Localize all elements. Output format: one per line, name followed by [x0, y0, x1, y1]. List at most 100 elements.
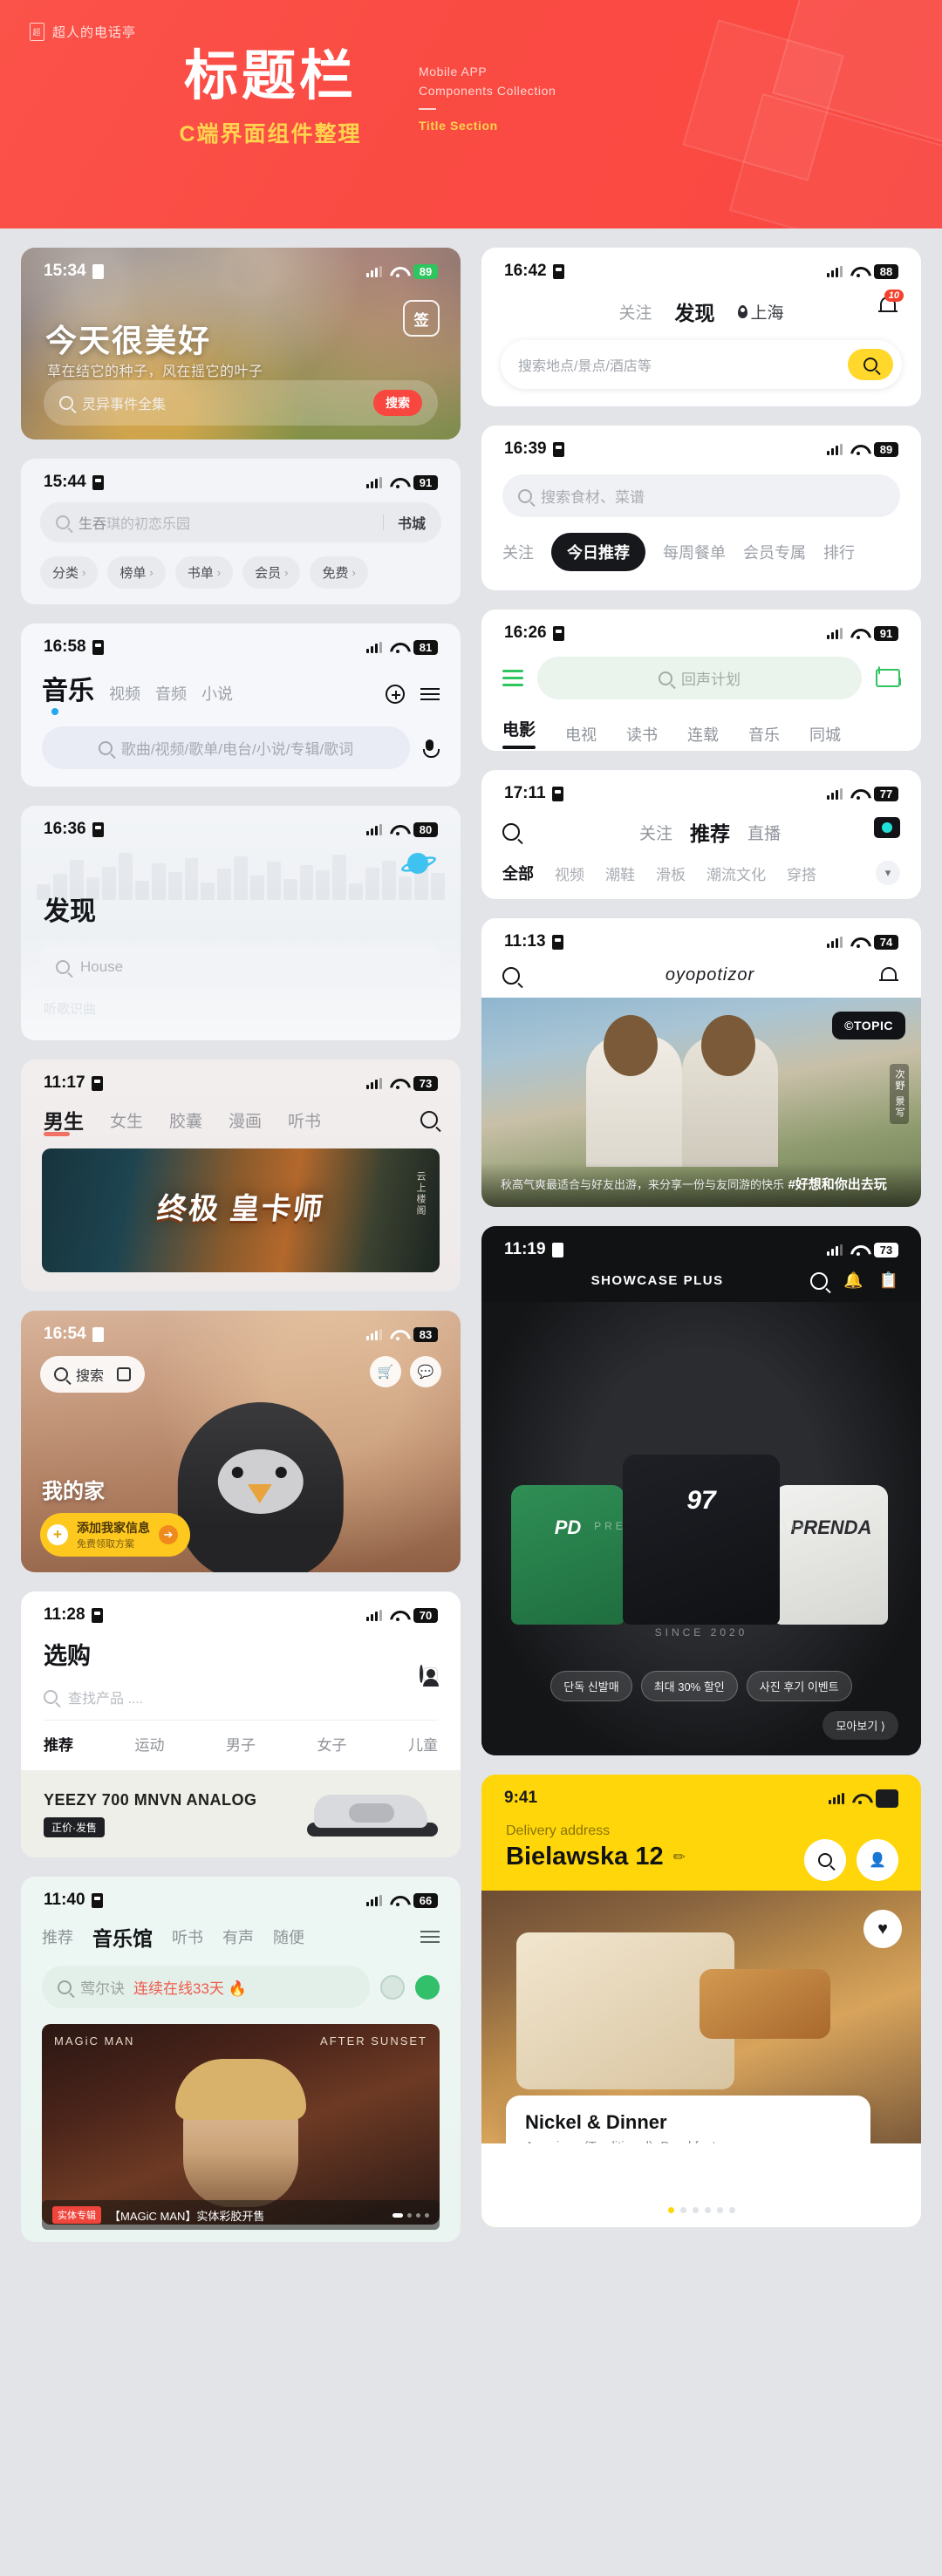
chip-booklist[interactable]: 书单 › [174, 556, 234, 589]
discover-search-input[interactable]: House [40, 945, 441, 989]
echo-search-input[interactable]: 回声计划 [537, 657, 862, 699]
tab-audio[interactable]: 有声 [222, 1925, 254, 1948]
clipboard-icon[interactable]: 📋 [879, 1271, 898, 1290]
bookstore-button[interactable]: 书城 [398, 512, 426, 533]
card-topic-header[interactable]: 11:13 74 oyopotizor ©TOPIC 次野 景写 秋高气爽最适合… [481, 918, 921, 1207]
tab-sneakers[interactable]: 潮鞋 [605, 862, 635, 884]
search-icon[interactable] [420, 1111, 438, 1128]
tab-male[interactable]: 男生 [44, 1105, 84, 1136]
card-showcase-header[interactable]: 11:19 73 SHOWCASE PLUS 🔔 📋 PD 97 PRENDA [481, 1226, 921, 1755]
chip-discount[interactable]: 최대 30% 할인 [640, 1671, 738, 1701]
scan-icon[interactable] [117, 1367, 132, 1381]
card-music-library-header[interactable]: 11:40 66 推荐 音乐馆 听书 有声 随便 莺尔诀 连续在线33天 🔥 M… [21, 1877, 461, 2242]
flower-search-bar[interactable]: 灵异事件全集 搜索 [44, 380, 438, 426]
listen-icon[interactable] [415, 1974, 440, 2000]
topic-hero-image[interactable]: ©TOPIC 次野 景写 秋高气爽最适合与好友出游，来分享一份与友同游的快乐 #… [481, 998, 921, 1207]
tab-music-hall[interactable]: 音乐馆 [92, 1922, 153, 1952]
chip-category[interactable]: 分类 › [40, 556, 99, 589]
album-promo-bar[interactable]: 实体专辑 【MAGiC MAN】实体彩胶开售 [42, 2200, 440, 2230]
edit-icon[interactable]: ✏ [673, 1849, 686, 1866]
tab-outfit[interactable]: 穿搭 [787, 862, 816, 884]
card-home-header[interactable]: 16:54 83 搜索 🛒 💬 我的家 + 添加我家信息 免费领取方案 ➔ [21, 1311, 461, 1572]
showcase-stage[interactable]: PD 97 PRENDA PRENDA DESIGN COMPANY PDA S… [481, 1302, 921, 1755]
chip-member[interactable]: 会员 › [242, 556, 301, 589]
search-button[interactable] [804, 1839, 846, 1881]
home-search-bar[interactable]: 搜索 [40, 1356, 146, 1393]
search-icon[interactable] [810, 1271, 829, 1290]
chip-review-event[interactable]: 사진 후기 이벤트 [746, 1671, 852, 1701]
tab-novel[interactable]: 小说 [201, 682, 233, 707]
add-icon[interactable] [386, 685, 405, 704]
book-search-bar[interactable]: 生吞琪的初恋乐园 书城 [40, 502, 441, 542]
cart-icon[interactable]: 🛒 [370, 1356, 401, 1387]
card-music-header[interactable]: 16:58 81 音乐 视频 音频 小说 歌曲/视频/歌单/电台/小说/专辑/歌… [21, 624, 461, 787]
account-button[interactable]: 1 [420, 1665, 438, 1683]
location-selector[interactable]: 上海 [737, 300, 784, 324]
tab-member[interactable]: 会员专属 [743, 541, 806, 563]
tab-video[interactable]: 视频 [109, 682, 140, 707]
music-search-input[interactable]: 歌曲/视频/歌单/电台/小说/专辑/歌词 [42, 726, 410, 769]
tab-local[interactable]: 同城 [809, 723, 841, 746]
tab-audiobook[interactable]: 听书 [288, 1108, 321, 1132]
chip-free[interactable]: 免费 › [310, 556, 368, 589]
cat-sports[interactable]: 运动 [135, 1733, 165, 1755]
jacket-black[interactable]: 97 [623, 1455, 780, 1625]
search-icon[interactable] [502, 823, 520, 841]
tab-follow[interactable]: 关注 [639, 821, 672, 844]
notification-bell-icon[interactable] [879, 965, 898, 985]
view-all-button[interactable]: 모아보기 ⟩ [823, 1711, 898, 1740]
tab-reading[interactable]: 读书 [626, 723, 658, 746]
shop-search-input[interactable]: 查找产品 .... [44, 1687, 438, 1721]
tab-movie[interactable]: 电影 [502, 717, 536, 751]
tab-manga[interactable]: 漫画 [229, 1108, 262, 1132]
notification-bell-icon[interactable]: 🔔 [843, 1271, 863, 1290]
tab-recommend[interactable]: 推荐 [690, 817, 730, 847]
chip-ranking[interactable]: 榜单 › [107, 556, 166, 589]
cat-men[interactable]: 男子 [226, 1733, 256, 1755]
tab-listen[interactable]: 听书 [172, 1925, 203, 1948]
notification-bell-icon[interactable]: 10 [877, 290, 904, 316]
sign-in-button[interactable]: 签 [403, 300, 440, 337]
tab-random[interactable]: 随便 [273, 1925, 304, 1948]
search-icon[interactable] [502, 966, 520, 985]
card-delivery-header[interactable]: 9:41 Delivery address Bielawska 12 ✏ 👤 ♥ [481, 1775, 921, 2227]
card-discover-header[interactable]: 16:36 80 发现 House 听歌识曲 [21, 806, 461, 1040]
card-shop-header[interactable]: 11:28 70 选购 1 查找产品 .... 推荐 运动 男子 女子 儿童 Y… [21, 1591, 461, 1857]
card-travel-header[interactable]: 16:42 88 关注 发现 上海 10 搜索地点/景点/酒店等 [481, 248, 921, 406]
tab-follow[interactable]: 关注 [618, 300, 652, 324]
product-row[interactable]: YEEZY 700 MNVN ANALOG 正价·发售 [21, 1770, 461, 1857]
cat-women[interactable]: 女子 [317, 1733, 347, 1755]
tab-recommend[interactable]: 推荐 [42, 1925, 73, 1948]
tab-capsule[interactable]: 胶囊 [169, 1108, 202, 1132]
carousel-dots[interactable] [481, 2207, 921, 2213]
tab-music[interactable]: 音乐 [42, 669, 94, 715]
chip-exclusive[interactable]: 단독 신발매 [550, 1671, 632, 1701]
tab-audio[interactable]: 音频 [155, 682, 187, 707]
tab-today-recommend[interactable]: 今日推荐 [551, 533, 645, 571]
card-trend-header[interactable]: 17:11 77 关注 推荐 直播 全部 视频 潮鞋 滑板 潮流文化 穿搭 ▾ [481, 770, 921, 899]
tab-follow[interactable]: 关注 [502, 541, 534, 563]
tab-music[interactable]: 音乐 [748, 723, 780, 746]
card-book-header[interactable]: 15:44 91 生吞琪的初恋乐园 书城 分类 › 榜单 › 书单 › 会员 › 免费 › [21, 459, 461, 604]
travel-search-bar[interactable]: 搜索地点/景点/酒店等 [501, 340, 902, 389]
food-search-input[interactable]: 搜索食材、菜谱 [502, 474, 900, 517]
card-echo-header[interactable]: 16:26 91 回声计划 电影 电视 读书 连载 音乐 同城 [481, 610, 921, 751]
menu-icon[interactable] [420, 1931, 440, 1943]
tab-ranking[interactable]: 排行 [823, 541, 855, 563]
camera-icon[interactable] [874, 817, 900, 838]
restaurant-card[interactable]: Nickel & Dinner American (Traditional), … [506, 2096, 870, 2143]
tab-live[interactable]: 直播 [747, 821, 781, 844]
tab-serial[interactable]: 连载 [687, 723, 719, 746]
card-flower-header[interactable]: 15:34 89 今天很美好 草在结它的种子，风在摇它的叶子 签 灵异事件全集 … [21, 248, 461, 440]
search-button[interactable] [848, 349, 893, 380]
album-poster[interactable]: MAGiC MAN AFTER SUNSET [42, 2024, 440, 2225]
tab-weekly-menu[interactable]: 每周餐单 [663, 541, 726, 563]
add-home-info-button[interactable]: + 添加我家信息 免费领取方案 ➔ [40, 1513, 190, 1557]
card-comic-header[interactable]: 11:17 73 男生 女生 胶囊 漫画 听书 终极 皇卡师 云上楼阁 [21, 1060, 461, 1291]
menu-icon[interactable] [420, 688, 440, 700]
chevron-down-icon[interactable]: ▾ [876, 861, 900, 885]
card-food-header[interactable]: 16:39 89 搜索食材、菜谱 关注 今日推荐 每周餐单 会员专属 排行 [481, 426, 921, 590]
restaurant-image[interactable]: ♥ Nickel & Dinner American (Traditional)… [481, 1891, 921, 2143]
tab-all[interactable]: 全部 [502, 862, 534, 884]
tab-female[interactable]: 女生 [110, 1108, 143, 1132]
